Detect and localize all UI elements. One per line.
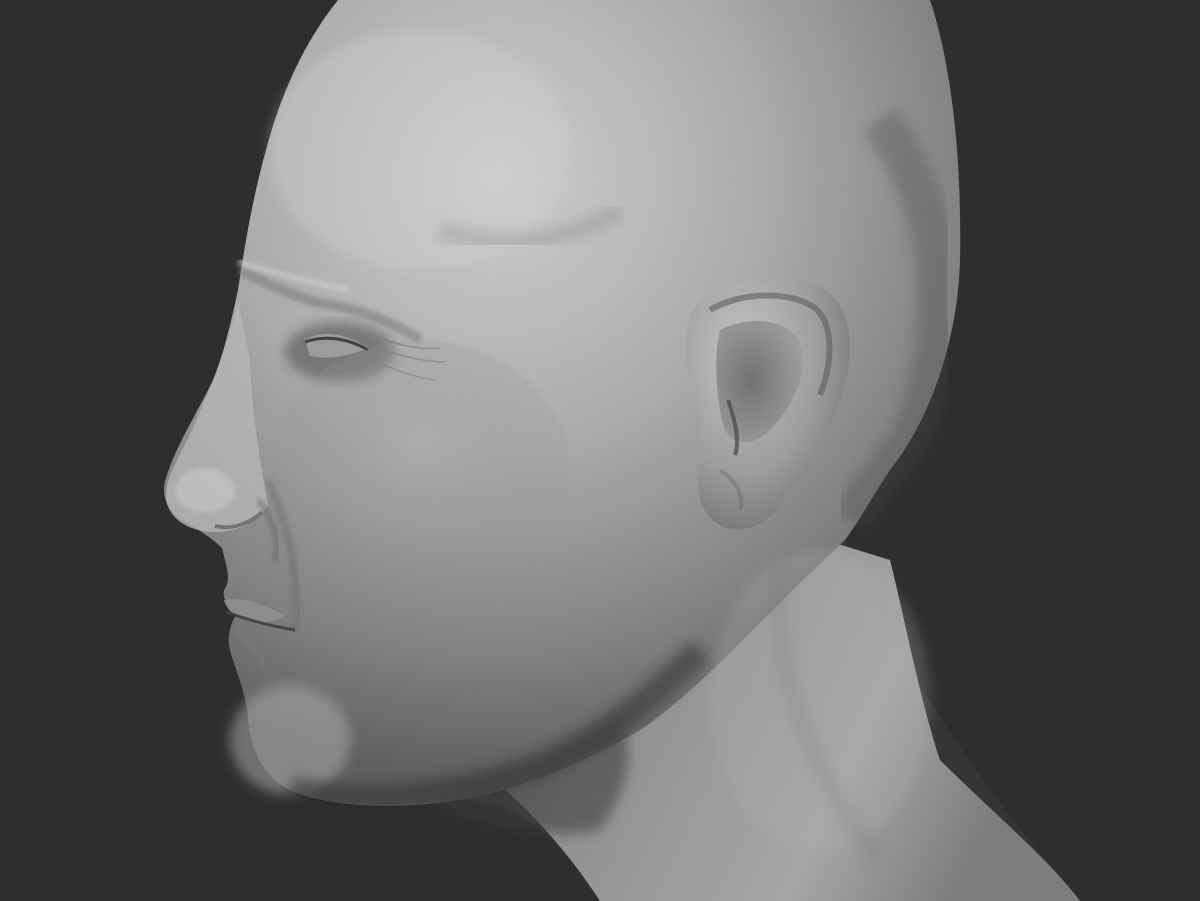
- sculpt-render: [164, 0, 1080, 901]
- viewport-canvas[interactable]: [0, 0, 1200, 901]
